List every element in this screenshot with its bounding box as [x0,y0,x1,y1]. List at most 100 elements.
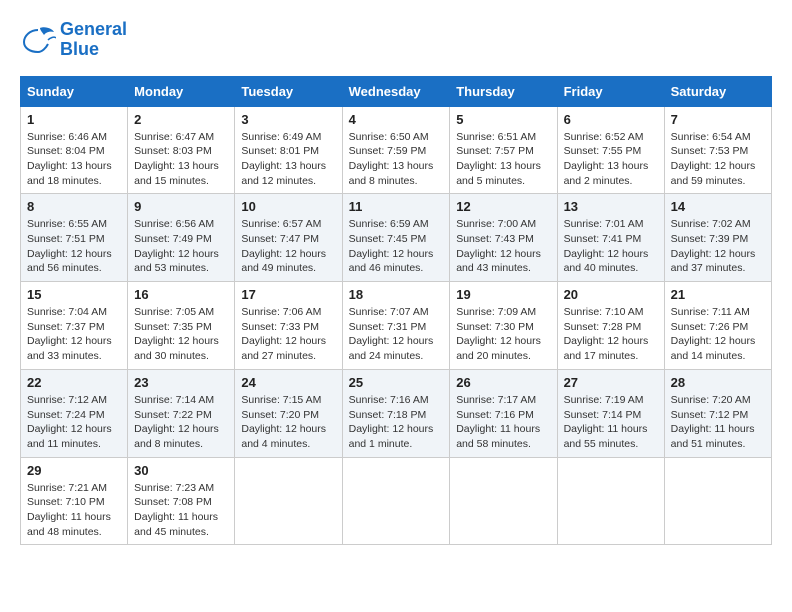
day-info: Sunrise: 7:11 AM Sunset: 7:26 PM Dayligh… [671,305,765,364]
calendar-cell [450,457,557,545]
calendar-cell: 29 Sunrise: 7:21 AM Sunset: 7:10 PM Dayli… [21,457,128,545]
day-number: 21 [671,287,765,302]
calendar-table: SundayMondayTuesdayWednesdayThursdayFrid… [20,76,772,546]
day-number: 8 [27,199,121,214]
day-info: Sunrise: 6:54 AM Sunset: 7:53 PM Dayligh… [671,130,765,189]
calendar-cell: 16 Sunrise: 7:05 AM Sunset: 7:35 PM Dayli… [128,282,235,370]
calendar-cell: 4 Sunrise: 6:50 AM Sunset: 7:59 PM Daylig… [342,106,450,194]
day-info: Sunrise: 7:20 AM Sunset: 7:12 PM Dayligh… [671,393,765,452]
day-number: 11 [349,199,444,214]
column-header-tuesday: Tuesday [235,76,342,106]
day-number: 6 [564,112,658,127]
day-info: Sunrise: 7:05 AM Sunset: 7:35 PM Dayligh… [134,305,228,364]
day-info: Sunrise: 7:10 AM Sunset: 7:28 PM Dayligh… [564,305,658,364]
day-number: 20 [564,287,658,302]
calendar-cell: 19Sunrise: 7:09 AM Sunset: 7:30 PM Dayli… [450,282,557,370]
day-info: Sunrise: 7:16 AM Sunset: 7:18 PM Dayligh… [349,393,444,452]
day-info: Sunrise: 7:12 AM Sunset: 7:24 PM Dayligh… [27,393,121,452]
day-info: Sunrise: 7:00 AM Sunset: 7:43 PM Dayligh… [456,217,550,276]
week-row-4: 22 Sunrise: 7:12 AM Sunset: 7:24 PM Dayli… [21,369,772,457]
calendar-cell: 13 Sunrise: 7:01 AM Sunset: 7:41 PM Dayli… [557,194,664,282]
calendar-cell: 27 Sunrise: 7:19 AM Sunset: 7:14 PM Dayli… [557,369,664,457]
day-number: 19 [456,287,550,302]
column-header-thursday: Thursday [450,76,557,106]
week-row-3: 15Sunrise: 7:04 AM Sunset: 7:37 PM Dayli… [21,282,772,370]
day-number: 25 [349,375,444,390]
day-info: Sunrise: 7:02 AM Sunset: 7:39 PM Dayligh… [671,217,765,276]
logo: GeneralBlue [20,20,127,60]
column-header-monday: Monday [128,76,235,106]
calendar-cell: 22 Sunrise: 7:12 AM Sunset: 7:24 PM Dayli… [21,369,128,457]
calendar-cell [557,457,664,545]
calendar-cell: 1 Sunrise: 6:46 AM Sunset: 8:04 PM Daylig… [21,106,128,194]
day-number: 7 [671,112,765,127]
day-number: 30 [134,463,228,478]
day-info: Sunrise: 6:56 AM Sunset: 7:49 PM Dayligh… [134,217,228,276]
calendar-cell: 25 Sunrise: 7:16 AM Sunset: 7:18 PM Dayli… [342,369,450,457]
header-row: SundayMondayTuesdayWednesdayThursdayFrid… [21,76,772,106]
logo-text: GeneralBlue [60,20,127,60]
day-info: Sunrise: 6:47 AM Sunset: 8:03 PM Dayligh… [134,130,228,189]
day-info: Sunrise: 6:49 AM Sunset: 8:01 PM Dayligh… [241,130,335,189]
day-number: 13 [564,199,658,214]
day-info: Sunrise: 6:51 AM Sunset: 7:57 PM Dayligh… [456,130,550,189]
day-info: Sunrise: 7:04 AM Sunset: 7:37 PM Dayligh… [27,305,121,364]
calendar-cell: 5 Sunrise: 6:51 AM Sunset: 7:57 PM Daylig… [450,106,557,194]
day-info: Sunrise: 7:01 AM Sunset: 7:41 PM Dayligh… [564,217,658,276]
calendar-cell [664,457,771,545]
day-number: 1 [27,112,121,127]
day-number: 14 [671,199,765,214]
day-info: Sunrise: 7:21 AM Sunset: 7:10 PM Dayligh… [27,481,121,540]
day-info: Sunrise: 6:46 AM Sunset: 8:04 PM Dayligh… [27,130,121,189]
day-info: Sunrise: 6:57 AM Sunset: 7:47 PM Dayligh… [241,217,335,276]
day-number: 16 [134,287,228,302]
day-number: 27 [564,375,658,390]
day-number: 29 [27,463,121,478]
logo-icon [20,26,56,54]
calendar-cell: 12 Sunrise: 7:00 AM Sunset: 7:43 PM Dayli… [450,194,557,282]
day-number: 10 [241,199,335,214]
day-number: 18 [349,287,444,302]
day-number: 2 [134,112,228,127]
week-row-1: 1 Sunrise: 6:46 AM Sunset: 8:04 PM Daylig… [21,106,772,194]
day-info: Sunrise: 7:15 AM Sunset: 7:20 PM Dayligh… [241,393,335,452]
day-number: 9 [134,199,228,214]
day-number: 24 [241,375,335,390]
calendar-cell: 6 Sunrise: 6:52 AM Sunset: 7:55 PM Daylig… [557,106,664,194]
day-number: 12 [456,199,550,214]
day-number: 5 [456,112,550,127]
day-number: 26 [456,375,550,390]
week-row-2: 8Sunrise: 6:55 AM Sunset: 7:51 PM Daylig… [21,194,772,282]
day-number: 3 [241,112,335,127]
calendar-cell: 7 Sunrise: 6:54 AM Sunset: 7:53 PM Daylig… [664,106,771,194]
day-number: 4 [349,112,444,127]
calendar-cell: 10 Sunrise: 6:57 AM Sunset: 7:47 PM Dayli… [235,194,342,282]
calendar-cell: 20 Sunrise: 7:10 AM Sunset: 7:28 PM Dayli… [557,282,664,370]
calendar-cell: 23 Sunrise: 7:14 AM Sunset: 7:22 PM Dayli… [128,369,235,457]
day-info: Sunrise: 7:07 AM Sunset: 7:31 PM Dayligh… [349,305,444,364]
calendar-cell: 14 Sunrise: 7:02 AM Sunset: 7:39 PM Dayli… [664,194,771,282]
calendar-cell: 11 Sunrise: 6:59 AM Sunset: 7:45 PM Dayli… [342,194,450,282]
column-header-wednesday: Wednesday [342,76,450,106]
calendar-cell: 9 Sunrise: 6:56 AM Sunset: 7:49 PM Daylig… [128,194,235,282]
day-info: Sunrise: 7:14 AM Sunset: 7:22 PM Dayligh… [134,393,228,452]
calendar-cell: 18 Sunrise: 7:07 AM Sunset: 7:31 PM Dayli… [342,282,450,370]
calendar-cell: 8Sunrise: 6:55 AM Sunset: 7:51 PM Daylig… [21,194,128,282]
day-info: Sunrise: 7:19 AM Sunset: 7:14 PM Dayligh… [564,393,658,452]
calendar-cell: 21 Sunrise: 7:11 AM Sunset: 7:26 PM Dayli… [664,282,771,370]
calendar-cell [235,457,342,545]
day-info: Sunrise: 6:52 AM Sunset: 7:55 PM Dayligh… [564,130,658,189]
day-info: Sunrise: 6:59 AM Sunset: 7:45 PM Dayligh… [349,217,444,276]
day-number: 23 [134,375,228,390]
calendar-cell: 24 Sunrise: 7:15 AM Sunset: 7:20 PM Dayli… [235,369,342,457]
day-number: 17 [241,287,335,302]
day-info: Sunrise: 7:17 AM Sunset: 7:16 PM Dayligh… [456,393,550,452]
calendar-cell: 30 Sunrise: 7:23 AM Sunset: 7:08 PM Dayli… [128,457,235,545]
calendar-cell: 17Sunrise: 7:06 AM Sunset: 7:33 PM Dayli… [235,282,342,370]
calendar-cell: 26 Sunrise: 7:17 AM Sunset: 7:16 PM Dayli… [450,369,557,457]
day-info: Sunrise: 6:50 AM Sunset: 7:59 PM Dayligh… [349,130,444,189]
day-info: Sunrise: 7:23 AM Sunset: 7:08 PM Dayligh… [134,481,228,540]
day-number: 22 [27,375,121,390]
calendar-cell: 3 Sunrise: 6:49 AM Sunset: 8:01 PM Daylig… [235,106,342,194]
column-header-sunday: Sunday [21,76,128,106]
